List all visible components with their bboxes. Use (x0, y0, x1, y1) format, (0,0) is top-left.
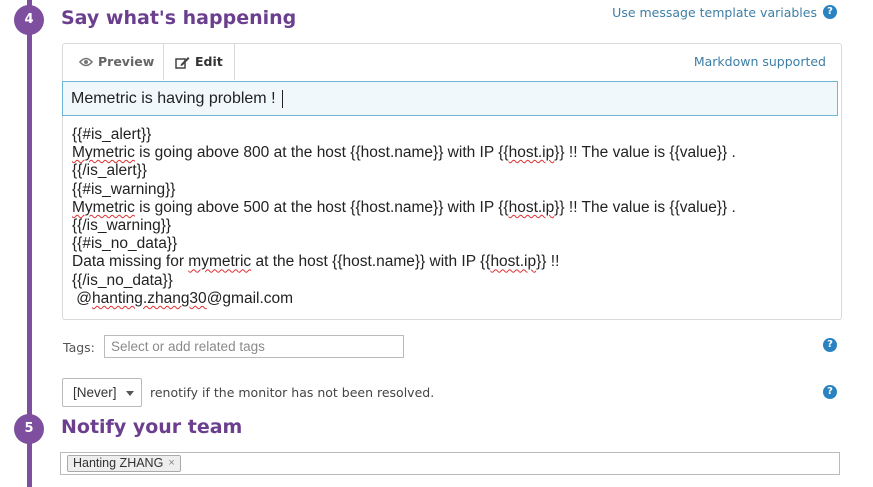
message-editor: Preview Edit Markdown supported Memetric… (62, 43, 842, 320)
body-line-part: Mymetric (72, 198, 135, 216)
body-line-part: @ (72, 289, 93, 307)
body-line: {{#is_warning}} (72, 180, 176, 198)
section-title-say: Say what's happening (61, 7, 297, 29)
body-line-part: host.ip (508, 144, 555, 162)
body-line-part: @gmail.com (206, 289, 294, 307)
body-line: Data missing for mymetric at the host {{… (72, 253, 832, 271)
recipient-chip[interactable]: Hanting ZHANG × (67, 455, 181, 472)
editor-tabbar: Preview Edit Markdown supported (63, 44, 841, 81)
body-line-part: Data missing for (72, 253, 189, 271)
body-line-part: }} !! The value is {{value}} . (554, 198, 736, 216)
body-line: {{/is_no_data}} (72, 271, 173, 289)
body-line-part: is going above 500 at the host {{host.na… (134, 198, 509, 216)
help-icon-template[interactable]: ? (823, 5, 837, 19)
body-line: Mymetric is going above 800 at the host … (72, 144, 832, 162)
body-line-part: at the host {{host.name}} with IP {{ (251, 253, 491, 271)
tab-preview-label: Preview (98, 54, 155, 69)
tab-preview[interactable]: Preview (79, 44, 154, 80)
body-line-part: }} !! (536, 253, 560, 271)
body-line-part: is going above 800 at the host {{host.na… (134, 144, 509, 162)
message-subject-text: Memetric is having problem ! (71, 90, 276, 107)
body-line-part: Mymetric (72, 144, 135, 162)
help-icon-tags[interactable]: ? (823, 338, 837, 352)
body-line: {{/is_alert}} (72, 162, 147, 180)
tab-edit[interactable]: Edit (163, 44, 235, 80)
step-4-badge: 4 (14, 5, 44, 35)
step-5-badge: 5 (14, 414, 44, 444)
renotify-select[interactable]: [Never] (62, 378, 142, 407)
body-line: @hanting.zhang30@gmail.com (72, 290, 832, 308)
notify-recipients-input[interactable]: Hanting ZHANG × (60, 452, 840, 475)
tags-label: Tags: (63, 340, 95, 355)
body-line-part: mymetric (188, 253, 252, 271)
body-line-part: host.ip (508, 198, 555, 216)
tab-edit-label: Edit (195, 54, 223, 69)
renotify-selected-value: [Never] (73, 385, 117, 400)
chevron-down-icon (126, 391, 134, 396)
body-line-part: }} !! The value is {{value}} . (554, 144, 736, 162)
body-line-part: hanting.zhang30 (92, 289, 207, 307)
body-line: {{/is_warning}} (72, 217, 172, 235)
section-title-notify: Notify your team (61, 416, 243, 438)
body-line: {{#is_alert}} (72, 126, 152, 143)
message-body-textarea[interactable]: {{#is_alert}} Mymetric is going above 80… (72, 126, 832, 308)
eye-icon (79, 57, 93, 67)
body-line: Mymetric is going above 500 at the host … (72, 199, 832, 217)
renotify-description: renotify if the monitor has not been res… (150, 385, 435, 400)
message-subject-input[interactable]: Memetric is having problem ! (62, 81, 838, 116)
recipient-name: Hanting ZHANG (73, 456, 164, 470)
body-line-part: host.ip (490, 253, 537, 271)
help-icon-renotify[interactable]: ? (823, 385, 837, 399)
body-line: {{#is_no_data}} (72, 235, 178, 253)
text-cursor (281, 89, 283, 108)
markdown-supported-link[interactable]: Markdown supported (694, 54, 826, 69)
tags-input[interactable] (104, 335, 404, 358)
edit-icon (175, 56, 190, 69)
remove-recipient-icon[interactable]: × (168, 456, 174, 471)
template-variables-link[interactable]: Use message template variables (612, 5, 817, 20)
